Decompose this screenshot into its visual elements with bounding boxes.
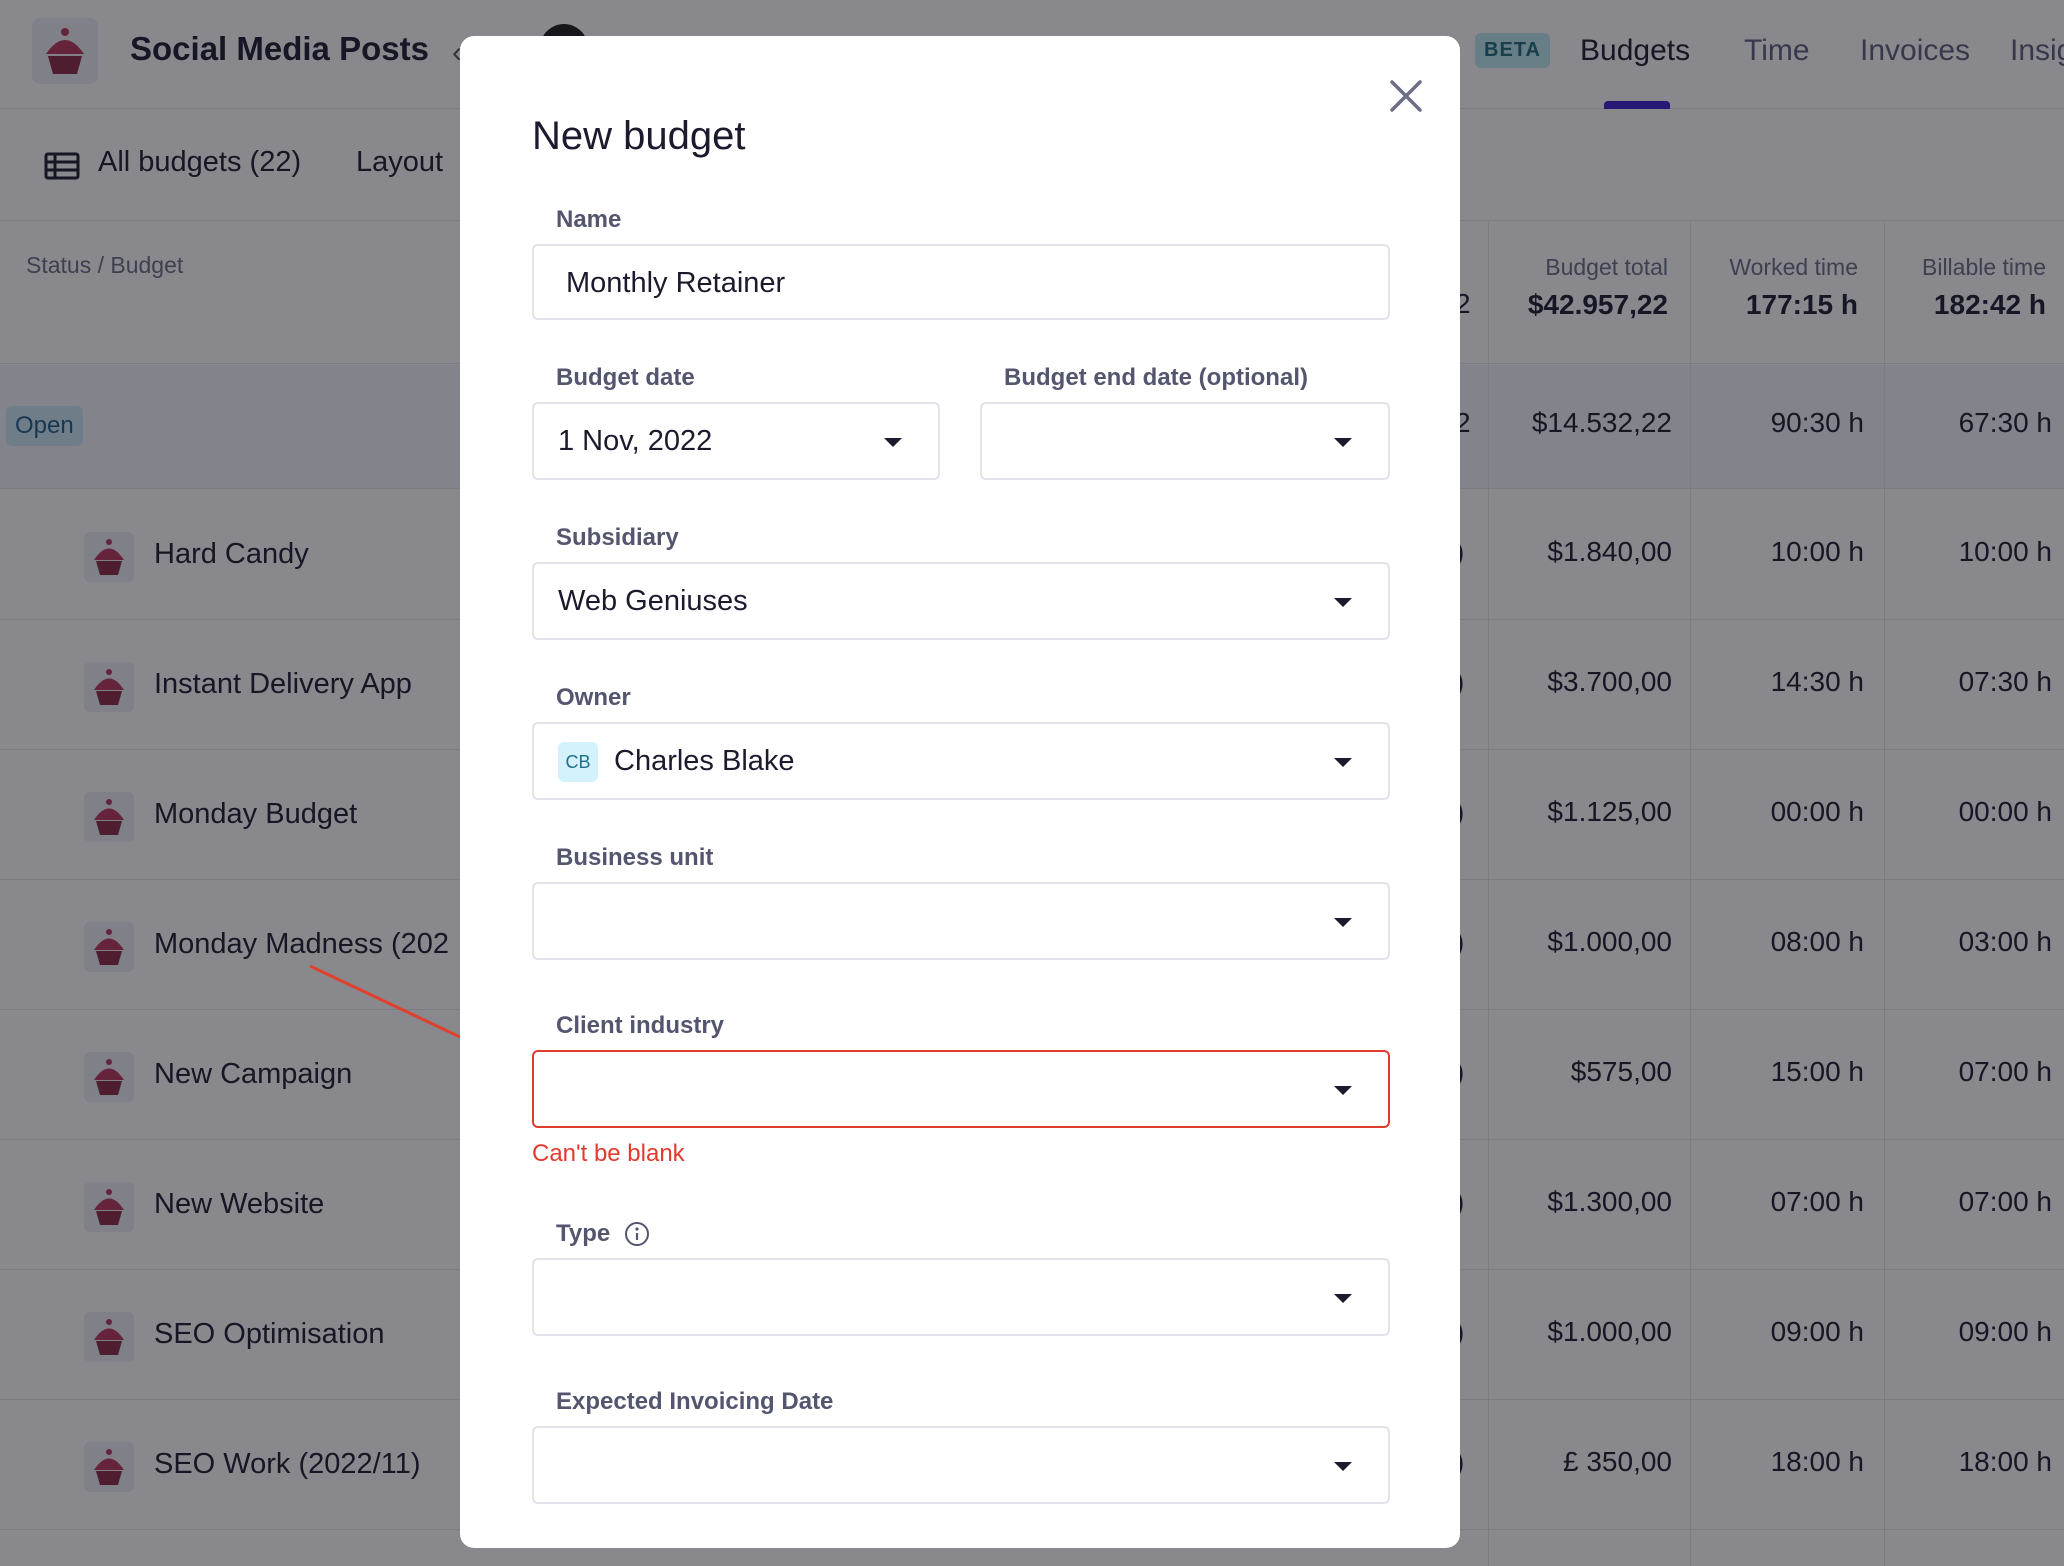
new-budget-modal: New budget Name Monthly Retainer Budget … — [460, 36, 1460, 1548]
owner-value: Charles Blake — [614, 745, 795, 777]
name-input[interactable]: Monthly Retainer — [532, 244, 1390, 320]
type-select[interactable] — [532, 1258, 1390, 1336]
client-industry-label: Client industry — [556, 1012, 725, 1039]
budget-date-value: 1 Nov, 2022 — [558, 425, 713, 457]
budget-end-date-label: Budget end date (optional) — [1004, 364, 1308, 391]
caret-down-icon — [1334, 438, 1352, 447]
owner-label: Owner — [556, 684, 631, 711]
info-icon[interactable] — [624, 1221, 650, 1247]
caret-down-icon — [1334, 918, 1352, 927]
close-icon[interactable] — [1382, 72, 1430, 120]
caret-down-icon — [1334, 758, 1352, 767]
business-unit-label: Business unit — [556, 844, 714, 871]
budget-form: Name Monthly Retainer Budget date 1 Nov,… — [532, 206, 1390, 1508]
budget-end-date-select[interactable] — [980, 402, 1390, 480]
budget-date-label: Budget date — [556, 364, 695, 391]
caret-down-icon — [1334, 1086, 1352, 1095]
name-value: Monthly Retainer — [566, 267, 786, 299]
owner-avatar: CB — [558, 742, 598, 782]
subsidiary-value: Web Geniuses — [558, 585, 748, 617]
caret-down-icon — [1334, 1462, 1352, 1471]
budget-date-select[interactable]: 1 Nov, 2022 — [532, 402, 940, 480]
owner-select[interactable]: CB Charles Blake — [532, 722, 1390, 800]
name-label: Name — [556, 206, 622, 233]
expected-invoicing-date-select[interactable] — [532, 1426, 1390, 1504]
caret-down-icon — [1334, 598, 1352, 607]
caret-down-icon — [1334, 1294, 1352, 1303]
caret-down-icon — [884, 438, 902, 447]
client-industry-select[interactable] — [532, 1050, 1390, 1128]
subsidiary-select[interactable]: Web Geniuses — [532, 562, 1390, 640]
modal-title: New budget — [532, 114, 746, 158]
subsidiary-label: Subsidiary — [556, 524, 679, 551]
expected-invoicing-date-label: Expected Invoicing Date — [556, 1388, 834, 1415]
business-unit-select[interactable] — [532, 882, 1390, 960]
type-label: Type — [556, 1220, 611, 1247]
client-industry-error: Can't be blank — [532, 1140, 685, 1167]
